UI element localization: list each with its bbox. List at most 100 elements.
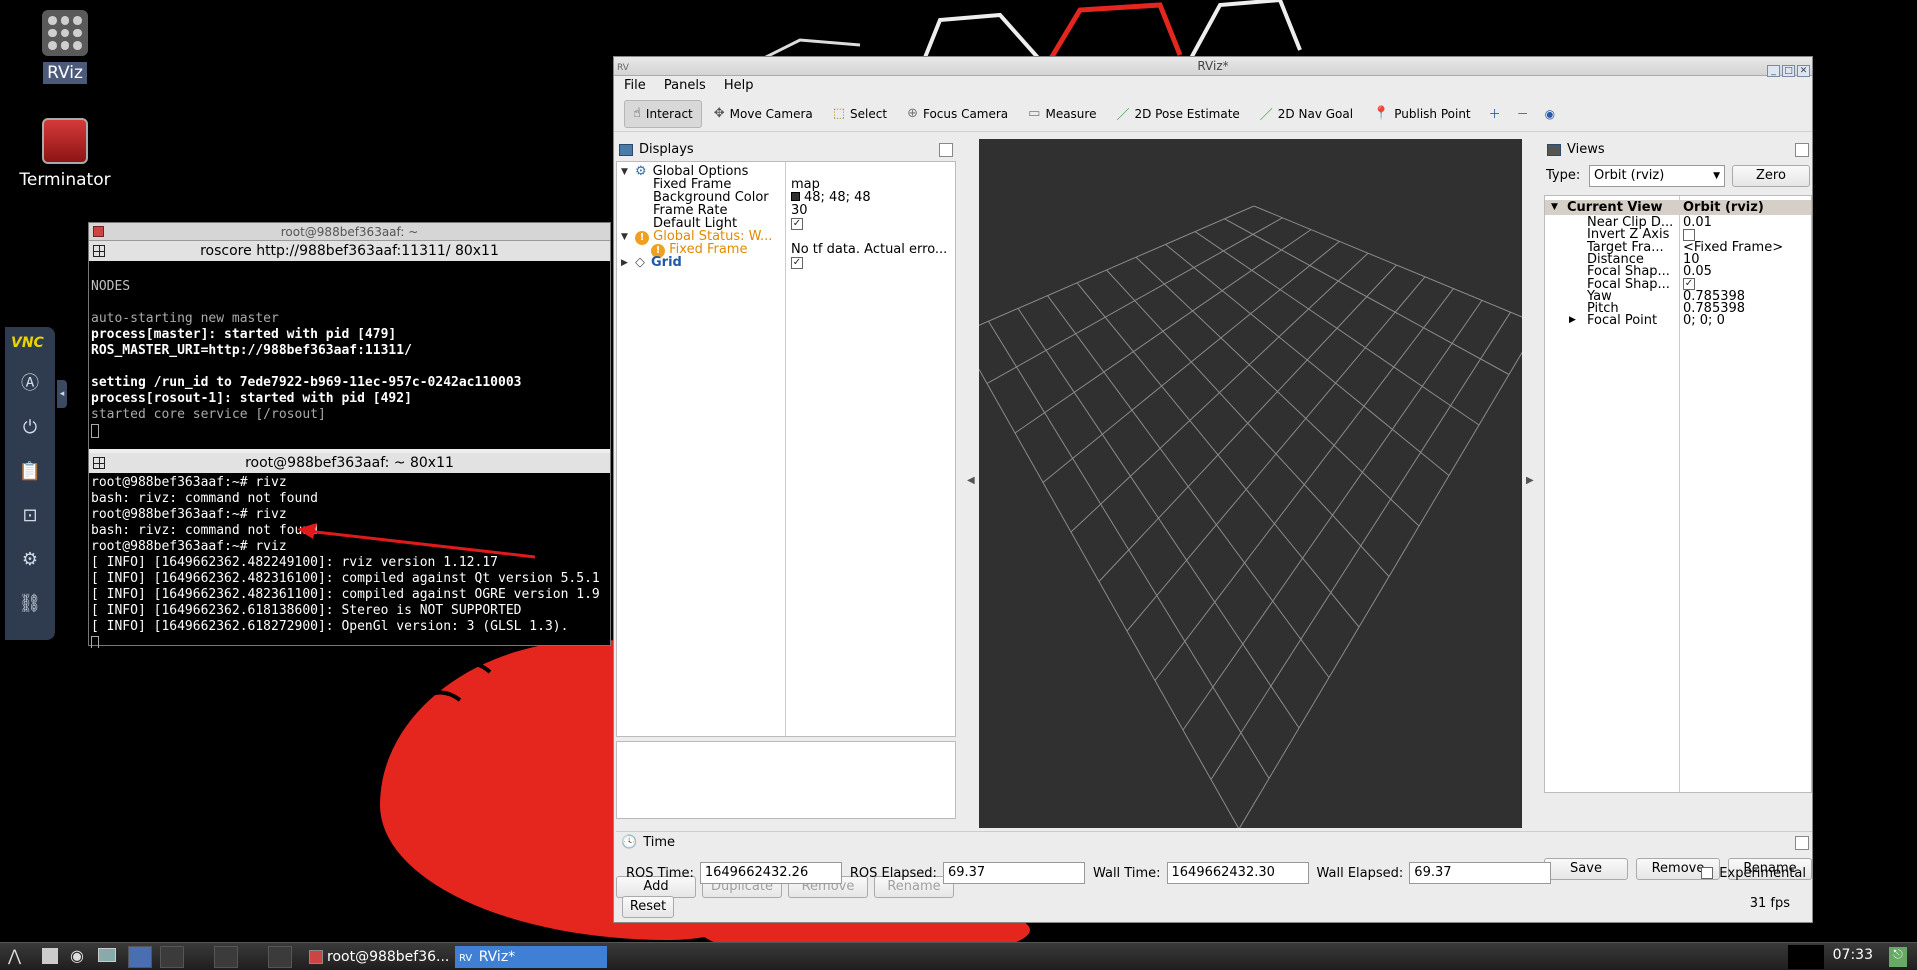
wall-time-field[interactable]: 1649662432.30 xyxy=(1166,862,1309,884)
tool-move-camera[interactable]: ✥ Move Camera xyxy=(706,100,821,128)
maximize-button[interactable]: □ xyxy=(1782,65,1795,77)
power-icon[interactable]: ⏻ xyxy=(15,413,45,443)
menu-panels[interactable]: Panels xyxy=(664,78,706,93)
view-property-name: Focal Point xyxy=(1587,313,1658,329)
expand-arrow-icon[interactable]: ▼ xyxy=(1551,200,1558,215)
tool-bar: ☝ Interact ✥ Move Camera ⬚ Select ⊕ Focus Camer… xyxy=(614,96,1812,132)
panel-close-button[interactable] xyxy=(939,143,953,157)
workspace-1[interactable] xyxy=(128,946,152,968)
tool-2d-pose-estimate[interactable]: ／ 2D Pose Estimate xyxy=(1108,100,1247,128)
desktop-icon-terminator[interactable]: Terminator xyxy=(10,118,120,190)
rviz-task-icon: RV xyxy=(459,953,473,964)
workspace-4[interactable] xyxy=(268,946,292,968)
panel-close-button[interactable] xyxy=(1795,836,1809,850)
tool-select[interactable]: ⬚ Select xyxy=(825,100,895,128)
rviz-window-title: RViz* xyxy=(1197,59,1229,73)
menu-help[interactable]: Help xyxy=(724,78,754,93)
tool-publish-point[interactable]: 📍 Publish Point xyxy=(1365,100,1479,128)
grid-line xyxy=(1182,300,1483,731)
terminal-pane1-header[interactable]: roscore http://988bef363aaf:11311/ 80x11 xyxy=(89,241,610,261)
menu-bar: File Panels Help xyxy=(614,76,1812,96)
measure-icon: ▭ xyxy=(1028,106,1041,121)
displays-tree-row[interactable]: ▶ ◇ Grid ✓ xyxy=(617,255,957,271)
views-panel-header: Views xyxy=(1544,139,1812,161)
view-type-select[interactable]: Orbit (rviz) ▼ xyxy=(1589,165,1725,187)
tool-label: Select xyxy=(850,106,888,121)
taskbar-item-rviz[interactable]: RV RViz* xyxy=(455,946,607,968)
terminator-window[interactable]: root@988bef363aaf: ~ roscore http://988b… xyxy=(88,222,611,648)
pane-grid-icon[interactable] xyxy=(93,457,105,469)
terminal-pane2-header[interactable]: root@988bef363aaf: ~ 80x11 xyxy=(89,453,610,473)
remove-tool-icon[interactable]: － xyxy=(1511,100,1535,128)
displays-panel: Displays ▼ ⚙ Global Options Fixed Frame map B… xyxy=(616,139,956,898)
terminator-window-icon xyxy=(93,226,104,237)
view-property-value[interactable]: 0; 0; 0 xyxy=(1683,313,1725,328)
settings-icon[interactable]: ⚙ xyxy=(15,545,45,575)
logout-icon[interactable]: ⎋ xyxy=(1889,947,1907,967)
view-options-icon[interactable]: ◉ xyxy=(1539,100,1561,128)
wall-elapsed-field[interactable]: 69.37 xyxy=(1409,862,1552,884)
display-property-value[interactable]: ✓ xyxy=(791,255,803,271)
tool-interact[interactable]: ☝ Interact xyxy=(624,99,702,128)
checkbox[interactable]: ✓ xyxy=(791,256,803,269)
clipboard-icon[interactable]: 📋 xyxy=(15,457,45,487)
wall-time-label: Wall Time: xyxy=(1092,865,1161,881)
ros-time-field[interactable]: 1649662432.26 xyxy=(699,862,842,884)
pose-estimate-icon: ／ xyxy=(1116,108,1130,123)
menu-file[interactable]: File xyxy=(624,78,646,93)
add-tool-icon[interactable]: ＋ xyxy=(1483,100,1507,128)
show-desktop-icon[interactable] xyxy=(98,948,116,962)
grid-line xyxy=(1126,276,1426,632)
terminal-pane-roscore[interactable]: NODES auto-starting new master process[ma… xyxy=(89,261,610,449)
terminal-line: auto-starting new master xyxy=(91,311,279,326)
ros-elapsed-field[interactable]: 69.37 xyxy=(942,862,1085,884)
experimental-checkbox[interactable] xyxy=(1701,867,1714,879)
views-tree-row[interactable]: ▶ Focal Point 0; 0; 0 xyxy=(1545,313,1811,328)
panel-close-button[interactable] xyxy=(1795,143,1809,157)
workspace-2[interactable] xyxy=(160,946,184,968)
checkbox[interactable]: ✓ xyxy=(791,217,803,230)
disconnect-icon[interactable]: ⛓ xyxy=(15,589,45,619)
expand-arrow-icon[interactable]: ▶ xyxy=(621,255,628,271)
tool-label: Measure xyxy=(1045,106,1097,121)
reset-button[interactable]: Reset xyxy=(622,896,674,918)
displays-panel-title: Displays xyxy=(639,142,694,157)
taskbar-item-terminator[interactable]: root@988bef36... xyxy=(305,946,455,968)
grid-render xyxy=(979,205,1522,828)
rviz-titlebar[interactable]: RV RViz* _ □ ✕ xyxy=(614,57,1812,77)
expand-arrow-icon[interactable]: ▶ xyxy=(1569,313,1576,328)
select-icon: ⬚ xyxy=(832,106,846,121)
3d-viewport[interactable] xyxy=(979,139,1522,828)
collapse-right-arrow[interactable]: ▶ xyxy=(1526,475,1534,486)
terminator-titlebar[interactable]: root@988bef363aaf: ~ xyxy=(89,223,610,241)
collapse-left-arrow[interactable]: ◀ xyxy=(967,475,975,486)
tool-label: Move Camera xyxy=(729,106,813,121)
terminal-line: root@988bef363aaf:~# rivz xyxy=(91,475,287,490)
grid-line xyxy=(988,320,1270,779)
zero-button[interactable]: Zero xyxy=(1732,165,1810,187)
minimize-button[interactable]: _ xyxy=(1767,65,1780,77)
desktop-icon-rviz[interactable]: RViz xyxy=(10,10,120,84)
terminal-line: [ INFO] [1649662362.618138600]: Stereo i… xyxy=(91,603,522,618)
keyboard-icon[interactable]: Ⓐ xyxy=(15,369,45,399)
scale-icon[interactable]: ⊡ xyxy=(15,501,45,531)
workspace-3[interactable] xyxy=(214,946,238,968)
desktop-icon-label: RViz xyxy=(43,62,87,84)
taskbar-clock: 07:33 xyxy=(1832,947,1873,963)
taskbar: ⋀ ◉ root@988bef36... RV RViz* 07:33 ⎋ xyxy=(0,942,1917,970)
color-swatch[interactable] xyxy=(791,192,800,201)
start-menu-icon[interactable]: ⋀ xyxy=(8,946,21,965)
tool-measure[interactable]: ▭ Measure xyxy=(1020,100,1104,128)
displays-tree[interactable]: ▼ ⚙ Global Options Fixed Frame map Background… xyxy=(616,161,956,737)
vnc-panel-handle[interactable]: ◂ xyxy=(57,380,67,408)
pane-grid-icon[interactable] xyxy=(93,245,105,257)
close-button[interactable]: ✕ xyxy=(1797,65,1810,77)
rviz-window[interactable]: RV RViz* _ □ ✕ File Panels Help ☝ Interact ✥… xyxy=(613,56,1813,923)
browser-icon[interactable]: ◉ xyxy=(70,946,84,965)
views-tree[interactable]: ▼ Current View Orbit (rviz) Near Clip D.… xyxy=(1544,195,1812,793)
tool-focus-camera[interactable]: ⊕ Focus Camera xyxy=(899,100,1016,128)
current-view-row[interactable]: ▼ Current View Orbit (rviz) xyxy=(1545,200,1811,215)
tool-2d-nav-goal[interactable]: ／ 2D Nav Goal xyxy=(1252,100,1361,128)
file-manager-icon[interactable] xyxy=(42,948,58,964)
grid-line xyxy=(1098,264,1397,582)
